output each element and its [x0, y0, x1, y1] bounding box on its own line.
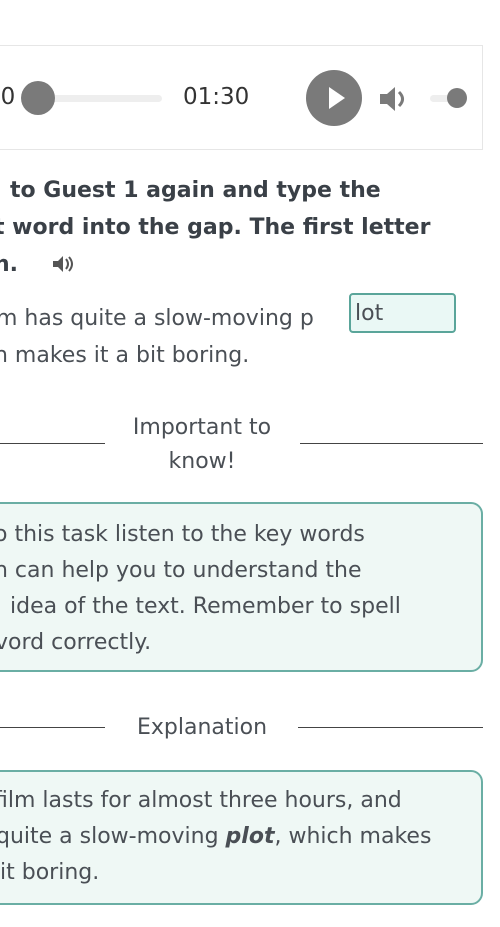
- volume-icon[interactable]: [378, 84, 410, 114]
- divider: [298, 727, 483, 728]
- important-heading: Important to know!: [132, 415, 272, 474]
- current-time: 00: [0, 84, 16, 110]
- important-line: idea of the text. Remember to spell: [10, 594, 401, 619]
- divider: [0, 727, 105, 728]
- divider: [300, 443, 483, 444]
- play-button[interactable]: [306, 70, 362, 126]
- divider: [0, 443, 105, 444]
- explanation-line: film lasts for almost three hours, and: [0, 788, 402, 813]
- explanation-heading: Explanation: [136, 715, 268, 740]
- explanation-line: it boring.: [0, 860, 100, 885]
- speaker-icon[interactable]: [52, 254, 76, 274]
- progress-knob[interactable]: [21, 81, 55, 115]
- important-line: n can help you to understand the: [0, 558, 362, 583]
- instruction-line-2: t word into the gap. The first letter: [0, 215, 431, 240]
- important-line: o this task listen to the key words: [0, 522, 365, 547]
- sentence-before: m has quite a slow-moving p: [0, 306, 314, 331]
- duration: 01:30: [183, 84, 250, 110]
- instruction-line-3: n.: [0, 252, 19, 277]
- explanation-line: quite a slow-moving plot, which makes: [0, 824, 432, 849]
- instruction-line-1: to Guest 1 again and type the: [10, 178, 381, 203]
- volume-knob[interactable]: [447, 88, 467, 108]
- important-line: vord correctly.: [0, 630, 152, 655]
- answer-input[interactable]: [349, 293, 456, 333]
- play-icon: [329, 87, 345, 109]
- sentence-after: n makes it a bit boring.: [0, 343, 250, 368]
